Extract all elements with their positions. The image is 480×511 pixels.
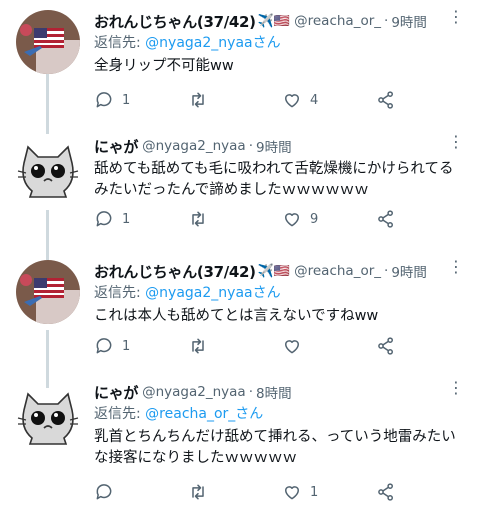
more-options-icon[interactable]: ⋮ xyxy=(448,380,464,396)
share-button[interactable] xyxy=(376,88,404,112)
tweet[interactable]: おれんじちゃん(37/42) ✈️🇺🇸 @reacha_or_ · 9時間 ⋮ … xyxy=(0,250,480,372)
reply-to: 返信先: @nyaga2_nyaaさん xyxy=(94,282,464,304)
separator: · xyxy=(384,263,389,279)
reply-to-label: 返信先: xyxy=(94,35,146,51)
tweet[interactable]: にゃが @nyaga2_nyaa · 9時間 ⋮ 舐めても舐めても毛に吸われて舌… xyxy=(0,125,480,245)
cat-avatar-image xyxy=(17,145,79,198)
tweet[interactable]: おれんじちゃん(37/42) ✈️🇺🇸 @reacha_or_ · 9時間 ⋮ … xyxy=(0,0,480,125)
retweet-icon xyxy=(192,92,204,108)
retweet-button[interactable] xyxy=(188,88,282,112)
like-count: 1 xyxy=(310,484,319,500)
name-badge: ✈️🇺🇸 xyxy=(257,263,291,279)
display-name[interactable]: にゃが xyxy=(94,136,138,157)
reply-to-handle[interactable]: @nyaga2_nyaaさん xyxy=(145,285,280,301)
avatar-image xyxy=(16,10,80,74)
reply-count: 1 xyxy=(122,338,131,354)
like-button[interactable] xyxy=(282,334,376,358)
separator: · xyxy=(384,13,389,29)
timestamp[interactable]: 8時間 xyxy=(256,382,292,402)
display-name[interactable]: おれんじちゃん(37/42) xyxy=(94,11,256,32)
reply-button[interactable] xyxy=(94,480,188,504)
retweet-button[interactable] xyxy=(188,480,282,504)
heart-icon xyxy=(285,213,299,227)
tweet-text: これは本人も舐めてとは言えないですねww xyxy=(94,308,379,324)
avatar[interactable] xyxy=(16,10,80,74)
retweet-icon xyxy=(192,484,204,500)
retweet-icon xyxy=(192,211,204,227)
reply-button[interactable]: 1 xyxy=(94,207,188,231)
reply-to-label: 返信先: xyxy=(94,406,146,422)
reply-to-handle[interactable]: @nyaga2_nyaaさん xyxy=(145,35,280,51)
reply-icon xyxy=(96,92,112,108)
reply-to: 返信先: @nyaga2_nyaaさん xyxy=(94,32,464,54)
separator: · xyxy=(248,138,253,154)
share-button[interactable] xyxy=(376,480,404,504)
reply-icon xyxy=(96,211,112,227)
avatar[interactable] xyxy=(16,384,80,448)
timestamp[interactable]: 9時間 xyxy=(391,11,427,31)
avatar[interactable] xyxy=(16,260,80,324)
reply-icon xyxy=(96,338,112,354)
share-icon xyxy=(378,91,393,109)
heart-icon xyxy=(285,486,299,500)
share-icon xyxy=(378,337,393,355)
reply-button[interactable]: 1 xyxy=(94,334,188,358)
reply-to-label: 返信先: xyxy=(94,285,146,301)
retweet-button[interactable] xyxy=(188,334,282,358)
tweet-text: 乳首とちんちんだけ舐めて挿れる、っていう地雷みたいな接客になりましたｗｗｗｗｗ xyxy=(94,429,456,466)
like-count: 4 xyxy=(310,92,319,108)
like-button[interactable]: 1 xyxy=(282,480,376,504)
more-options-icon[interactable]: ⋮ xyxy=(448,9,464,25)
heart-icon xyxy=(285,94,299,108)
timestamp[interactable]: 9時間 xyxy=(391,261,427,281)
reply-count: 1 xyxy=(122,92,131,108)
share-button[interactable] xyxy=(376,334,404,358)
more-options-icon[interactable]: ⋮ xyxy=(448,134,464,150)
reply-to-handle[interactable]: @reacha_or_さん xyxy=(145,406,263,422)
more-options-icon[interactable]: ⋮ xyxy=(448,259,464,275)
share-icon xyxy=(378,483,393,501)
like-button[interactable]: 9 xyxy=(282,207,376,231)
separator: · xyxy=(248,384,253,400)
reply-to: 返信先: @reacha_or_さん xyxy=(94,403,464,425)
cat-avatar-image xyxy=(17,392,79,445)
reply-icon xyxy=(96,484,112,500)
display-name[interactable]: おれんじちゃん(37/42) xyxy=(94,261,256,282)
avatar[interactable] xyxy=(16,137,80,201)
reply-count: 1 xyxy=(122,211,131,227)
avatar-image xyxy=(16,260,80,324)
tweet-text: 全身リップ不可能ww xyxy=(94,58,234,74)
like-count: 9 xyxy=(310,211,319,227)
share-icon xyxy=(378,210,393,228)
display-name[interactable]: にゃが xyxy=(94,382,138,403)
handle[interactable]: @reacha_or_ xyxy=(294,263,381,279)
reply-button[interactable]: 1 xyxy=(94,88,188,112)
tweet-text: 舐めても舐めても毛に吸われて舌乾燥機にかけられてるみたいだったんで諦めましたｗｗ… xyxy=(94,161,454,198)
handle[interactable]: @nyaga2_nyaa xyxy=(142,138,246,154)
like-button[interactable]: 4 xyxy=(282,88,376,112)
handle[interactable]: @reacha_or_ xyxy=(294,13,381,29)
name-badge: ✈️🇺🇸 xyxy=(257,13,291,29)
tweet[interactable]: にゃが @nyaga2_nyaa · 8時間 ⋮ 返信先: @reacha_or… xyxy=(0,372,480,511)
share-button[interactable] xyxy=(376,207,404,231)
timestamp[interactable]: 9時間 xyxy=(256,136,292,156)
retweet-icon xyxy=(192,338,204,354)
heart-icon xyxy=(285,340,299,354)
handle[interactable]: @nyaga2_nyaa xyxy=(142,384,246,400)
retweet-button[interactable] xyxy=(188,207,282,231)
